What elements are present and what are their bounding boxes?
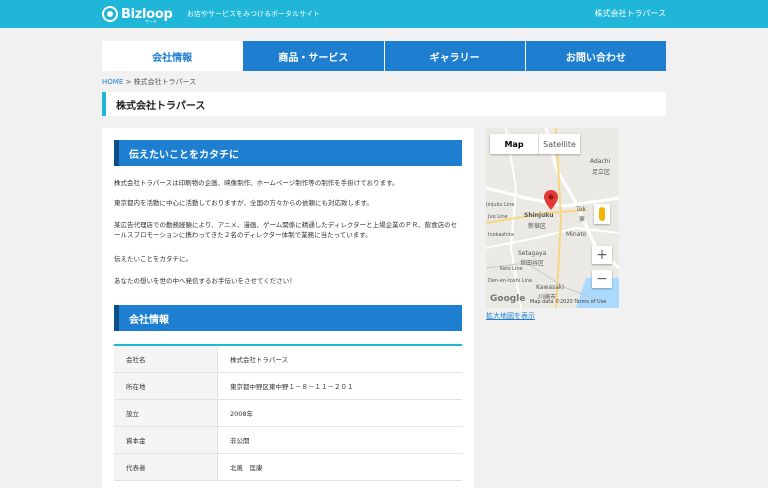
map-view-button[interactable]: Map — [490, 134, 538, 154]
intro-paragraph: 伝えたいことをカタチに。 — [114, 255, 192, 263]
satellite-view-button[interactable]: Satellite — [538, 134, 580, 154]
table-value-cell: 非公開 — [230, 437, 250, 445]
logo-icon — [102, 6, 118, 22]
nav-company-info[interactable]: 会社情報 — [102, 41, 244, 71]
map-type-toggle: Map Satellite — [490, 134, 580, 154]
site-header: Bizloop サーチ お店やサービスをみつけるポータルサイト 株式会社トラパー… — [0, 0, 768, 28]
map-pin-icon[interactable] — [544, 190, 558, 210]
nav-products-services[interactable]: 商品・サービス — [243, 41, 385, 71]
street-view-pegman-icon[interactable] — [594, 204, 610, 224]
zoom-in-button[interactable]: + — [592, 246, 612, 264]
breadcrumb-current: 株式会社トラパース — [133, 78, 197, 86]
table-value-cell: 株式会社トラパース — [230, 356, 289, 364]
map-label: Keio Line — [500, 266, 523, 272]
table-header-cell: 会社名 — [114, 346, 218, 372]
nav-gallery[interactable]: ギャラリー — [384, 41, 526, 71]
breadcrumb-home[interactable]: HOME — [102, 78, 123, 86]
table-header-cell: 代表者 — [114, 454, 218, 480]
intro-heading: 伝えたいことをカタチに — [114, 140, 462, 166]
page-title-box: 株式会社トラパース — [102, 92, 666, 116]
map-label: Den-en-toshi Line — [488, 278, 533, 284]
intro-paragraph: 某広告代理店での勤務経験により、アニメ、漫画、ゲーム関係に精通したディレクターと… — [114, 221, 458, 239]
google-logo[interactable]: Google — [490, 294, 525, 304]
table-row: 所在地 東京都中野区東中野１－８－１１－２０１ — [114, 373, 462, 400]
intro-paragraph: あなたの想いを世の中へ発信するお手伝いをさせてください！ — [114, 277, 296, 285]
map-label: Jinjuku Line — [486, 202, 515, 208]
table-value-cell: 2008年 — [230, 410, 254, 418]
company-info-table: 会社名 株式会社トラパース 所在地 東京都中野区東中野１－８－１１－２０１ 設立… — [114, 344, 462, 481]
map-label: 足立区 — [592, 169, 611, 176]
table-value-cell: 北風 匡康 — [230, 464, 263, 472]
table-row: 資本金 非公開 — [114, 427, 462, 454]
table-row: 会社名 株式会社トラパース — [114, 346, 462, 373]
table-header-cell: 資本金 — [114, 427, 218, 453]
enlarge-map-link[interactable]: 拡大地図を表示 — [486, 311, 535, 321]
table-header-cell: 設立 — [114, 400, 218, 426]
map-label: Adachi — [590, 158, 611, 165]
table-value-cell: 東京都中野区東中野１－８－１１－２０１ — [230, 383, 354, 391]
map-label: Shinjuku — [524, 212, 554, 219]
table-row: 設立 2008年 — [114, 400, 462, 427]
page-title: 株式会社トラパース — [116, 100, 206, 112]
map-label: 世田谷区 — [520, 260, 545, 267]
map-label: Inokashira — [488, 232, 514, 238]
company-info-heading: 会社情報 — [114, 305, 462, 331]
map-label: 新宿区 — [528, 223, 547, 230]
zoom-out-button[interactable]: − — [592, 270, 612, 288]
nav-contact[interactable]: お問い合わせ — [525, 41, 666, 71]
logo-subtext: サーチ — [145, 19, 157, 24]
header-company-name[interactable]: 株式会社トラパース — [594, 8, 666, 19]
table-header-cell: 所在地 — [114, 373, 218, 399]
map-label: Tok — [576, 206, 586, 213]
main-content: 伝えたいことをカタチに 株式会社トラパースは印刷物の企画、映像制作、ホームページ… — [102, 128, 474, 488]
site-logo[interactable]: Bizloop — [102, 5, 173, 23]
table-row: 代表者 北風 匡康 — [114, 454, 462, 481]
map-label: Setagaya — [518, 250, 547, 257]
intro-paragraph: 東京都内を活動に中心に活動しておりますが、全国の方々からの依頼にも対応致します。 — [114, 199, 373, 207]
map-label: Kawasaki — [536, 284, 565, 291]
map-attribution[interactable]: Map data ©2020 Terms of Use — [530, 299, 606, 305]
main-nav: 会社情報 商品・サービス ギャラリー お問い合わせ — [102, 41, 666, 71]
map-label: Minato — [566, 231, 587, 238]
breadcrumb-separator: > — [125, 78, 132, 86]
map-label: Juo Line — [488, 214, 508, 220]
google-map[interactable]: Map Satellite Adachi 足立区 Tok 東 Shinjuku … — [486, 128, 619, 308]
map-label: 東 — [579, 216, 586, 223]
intro-paragraph: 株式会社トラパースは印刷物の企画、映像制作、ホームページ制作等の制作を手掛けてお… — [114, 179, 399, 187]
breadcrumb: HOME > 株式会社トラパース — [102, 77, 196, 87]
site-tagline: お店やサービスをみつけるポータルサイト — [187, 10, 320, 18]
